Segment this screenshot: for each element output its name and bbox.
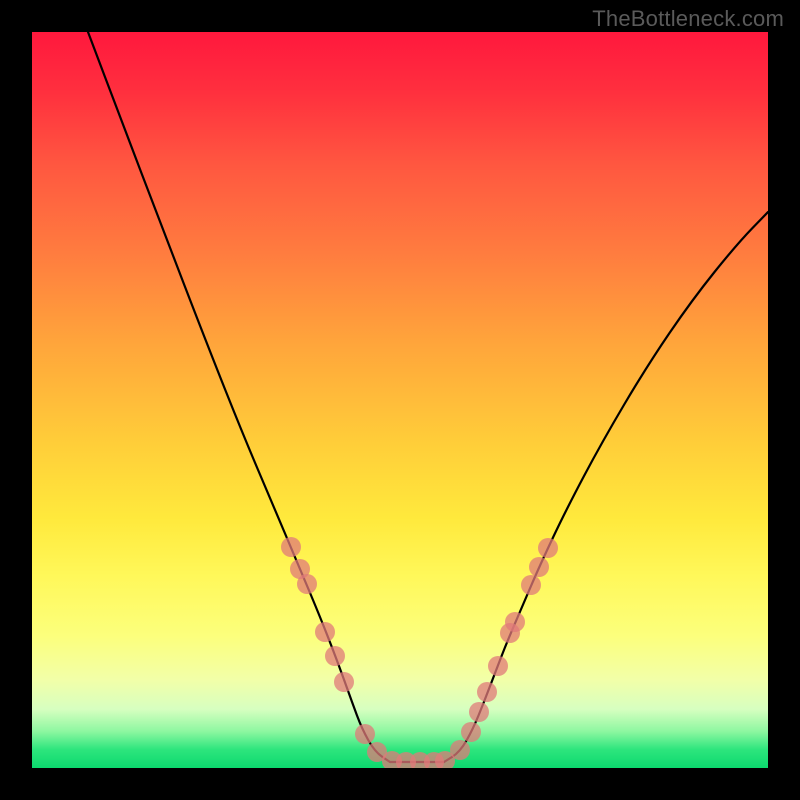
data-marker (488, 656, 508, 676)
watermark-text: TheBottleneck.com (592, 6, 784, 32)
data-marker (315, 622, 335, 642)
data-marker (450, 740, 470, 760)
data-marker (281, 537, 301, 557)
plot-area (32, 32, 768, 768)
data-marker (505, 612, 525, 632)
data-marker (469, 702, 489, 722)
data-marker (461, 722, 481, 742)
data-marker (477, 682, 497, 702)
data-marker (538, 538, 558, 558)
curve-right (444, 212, 768, 762)
data-marker (325, 646, 345, 666)
bottleneck-curve-svg (32, 32, 768, 768)
data-marker (297, 574, 317, 594)
data-marker (355, 724, 375, 744)
chart-frame: TheBottleneck.com (0, 0, 800, 800)
data-marker (529, 557, 549, 577)
curve-left (88, 32, 390, 762)
data-marker (334, 672, 354, 692)
data-marker (521, 575, 541, 595)
curve-group (88, 32, 768, 762)
markers-group (281, 537, 558, 768)
